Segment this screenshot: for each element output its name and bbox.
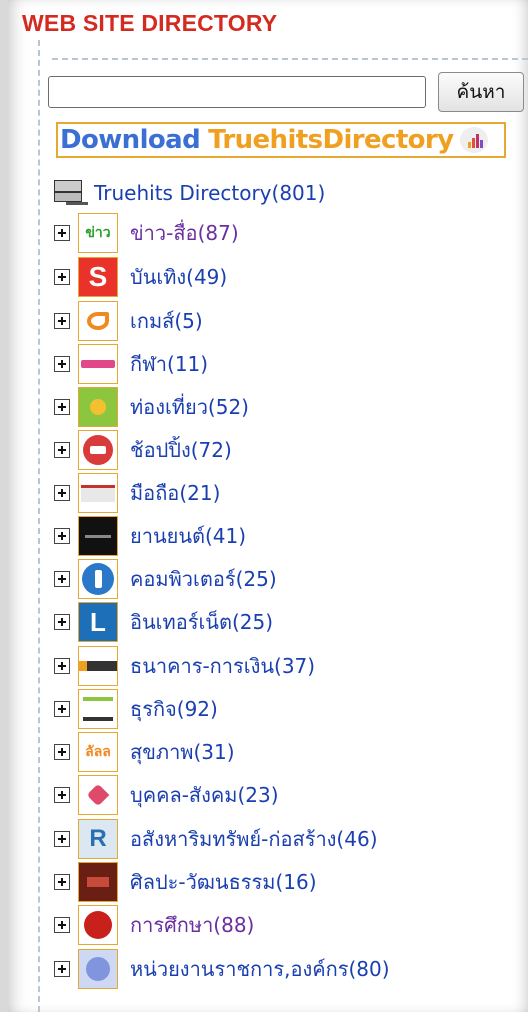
banner-word-directory: TruehitsDirectory bbox=[208, 125, 454, 155]
finance-thumbnail[interactable] bbox=[78, 646, 118, 686]
expand-plus-icon[interactable] bbox=[54, 917, 70, 933]
shopping-thumbnail[interactable] bbox=[78, 430, 118, 470]
business-thumbnail[interactable] bbox=[78, 689, 118, 729]
tree-item[interactable]: บุคคล-สังคม(23) bbox=[52, 774, 522, 816]
tree-item[interactable]: S บันเทิง(49) bbox=[52, 256, 522, 298]
tree-item-label[interactable]: คอมพิวเตอร์(25) bbox=[130, 563, 277, 595]
tree-item-label[interactable]: มือถือ(21) bbox=[130, 477, 220, 509]
expand-plus-icon[interactable] bbox=[54, 356, 70, 372]
tree-item-label[interactable]: เกมส์(5) bbox=[130, 305, 203, 337]
banner-word-download: Download bbox=[60, 125, 201, 155]
tree-item[interactable]: ข่าว ข่าว-สื่อ(87) bbox=[52, 212, 522, 254]
tree-item[interactable]: มือถือ(21) bbox=[52, 472, 522, 514]
truehits-logo-icon bbox=[459, 127, 488, 153]
tree-item-label[interactable]: ศิลปะ-วัฒนธรรม(16) bbox=[130, 866, 317, 898]
expand-plus-icon[interactable] bbox=[54, 961, 70, 977]
travel-thumbnail[interactable] bbox=[78, 387, 118, 427]
people-thumbnail[interactable] bbox=[78, 775, 118, 815]
directory-panel: WEB SITE DIRECTORY ค้นหา Download Truehi… bbox=[8, 0, 528, 1012]
sports-thumbnail[interactable] bbox=[78, 344, 118, 384]
tree-item[interactable]: ศิลปะ-วัฒนธรรม(16) bbox=[52, 861, 522, 903]
tree-item-label[interactable]: บันเทิง(49) bbox=[130, 261, 227, 293]
tree-item[interactable]: กีฬา(11) bbox=[52, 343, 522, 385]
tree-item[interactable]: ยานยนต์(41) bbox=[52, 515, 522, 557]
mobile-thumbnail[interactable] bbox=[78, 473, 118, 513]
tree-item[interactable]: เกมส์(5) bbox=[52, 300, 522, 342]
health-thumbnail[interactable]: ลัลล bbox=[78, 732, 118, 772]
tree-item[interactable]: L อินเทอร์เน็ต(25) bbox=[52, 601, 522, 643]
tree-item-label[interactable]: บุคคล-สังคม(23) bbox=[130, 779, 279, 811]
page-title: WEB SITE DIRECTORY bbox=[22, 10, 278, 36]
news-thumbnail[interactable]: ข่าว bbox=[78, 213, 118, 253]
tree-item[interactable]: การศึกษา(88) bbox=[52, 904, 522, 946]
tree-item-label[interactable]: ธนาคาร-การเงิน(37) bbox=[130, 650, 315, 682]
tree-item-label[interactable]: ข่าว-สื่อ(87) bbox=[130, 217, 239, 249]
computer-thumbnail[interactable] bbox=[78, 559, 118, 599]
expand-plus-icon[interactable] bbox=[54, 614, 70, 630]
tree-item-label[interactable]: อสังหาริมทรัพย์-ก่อสร้าง(46) bbox=[130, 823, 378, 855]
automotive-thumbnail[interactable] bbox=[78, 516, 118, 556]
divider-vertical bbox=[38, 40, 40, 1012]
download-directory-banner[interactable]: Download TruehitsDirectory bbox=[56, 122, 506, 158]
tree-item-label[interactable]: การศึกษา(88) bbox=[130, 909, 254, 941]
tree-item-label[interactable]: ยานยนต์(41) bbox=[130, 520, 246, 552]
tree-root[interactable]: Truehits Directory(801) bbox=[52, 176, 325, 210]
art-thumbnail[interactable] bbox=[78, 862, 118, 902]
expand-plus-icon[interactable] bbox=[54, 787, 70, 803]
tree-item-label[interactable]: ธุรกิจ(92) bbox=[130, 693, 218, 725]
tree-item-label[interactable]: อินเทอร์เน็ต(25) bbox=[130, 606, 273, 638]
expand-plus-icon[interactable] bbox=[54, 658, 70, 674]
real-estate-thumbnail[interactable]: R bbox=[78, 819, 118, 859]
entertainment-thumbnail[interactable]: S bbox=[78, 257, 118, 297]
tree-item-label[interactable]: หน่วยงานราชการ,องค์กร(80) bbox=[130, 953, 390, 985]
tree-item[interactable]: คอมพิวเตอร์(25) bbox=[52, 558, 522, 600]
tree-item[interactable]: R อสังหาริมทรัพย์-ก่อสร้าง(46) bbox=[52, 818, 522, 860]
tree-item[interactable]: ลัลล สุขภาพ(31) bbox=[52, 731, 522, 773]
tree-item-label[interactable]: ท่องเที่ยว(52) bbox=[130, 391, 249, 423]
search-button[interactable]: ค้นหา bbox=[438, 72, 524, 112]
government-thumbnail[interactable] bbox=[78, 949, 118, 989]
expand-plus-icon[interactable] bbox=[54, 269, 70, 285]
divider-horizontal bbox=[52, 58, 528, 60]
internet-thumbnail[interactable]: L bbox=[78, 602, 118, 642]
expand-plus-icon[interactable] bbox=[54, 225, 70, 241]
education-thumbnail[interactable] bbox=[78, 905, 118, 945]
network-computer-icon bbox=[52, 178, 88, 208]
tree-item-label[interactable]: ช้อปปิ้ง(72) bbox=[130, 434, 232, 466]
tree-item[interactable]: ช้อปปิ้ง(72) bbox=[52, 429, 522, 471]
tree-item[interactable]: ธนาคาร-การเงิน(37) bbox=[52, 645, 522, 687]
tree-item-label[interactable]: สุขภาพ(31) bbox=[130, 736, 235, 768]
expand-plus-icon[interactable] bbox=[54, 571, 70, 587]
expand-plus-icon[interactable] bbox=[54, 874, 70, 890]
expand-plus-icon[interactable] bbox=[54, 442, 70, 458]
tree-item[interactable]: ธุรกิจ(92) bbox=[52, 688, 522, 730]
games-thumbnail[interactable] bbox=[78, 301, 118, 341]
expand-plus-icon[interactable] bbox=[54, 485, 70, 501]
expand-plus-icon[interactable] bbox=[54, 701, 70, 717]
expand-plus-icon[interactable] bbox=[54, 528, 70, 544]
search-input[interactable] bbox=[48, 76, 426, 108]
expand-plus-icon[interactable] bbox=[54, 313, 70, 329]
expand-plus-icon[interactable] bbox=[54, 744, 70, 760]
expand-plus-icon[interactable] bbox=[54, 831, 70, 847]
tree-item-label[interactable]: กีฬา(11) bbox=[130, 348, 208, 380]
tree-root-label[interactable]: Truehits Directory(801) bbox=[94, 181, 325, 205]
tree-item[interactable]: ท่องเที่ยว(52) bbox=[52, 386, 522, 428]
tree-item[interactable]: หน่วยงานราชการ,องค์กร(80) bbox=[52, 948, 522, 990]
expand-plus-icon[interactable] bbox=[54, 399, 70, 415]
